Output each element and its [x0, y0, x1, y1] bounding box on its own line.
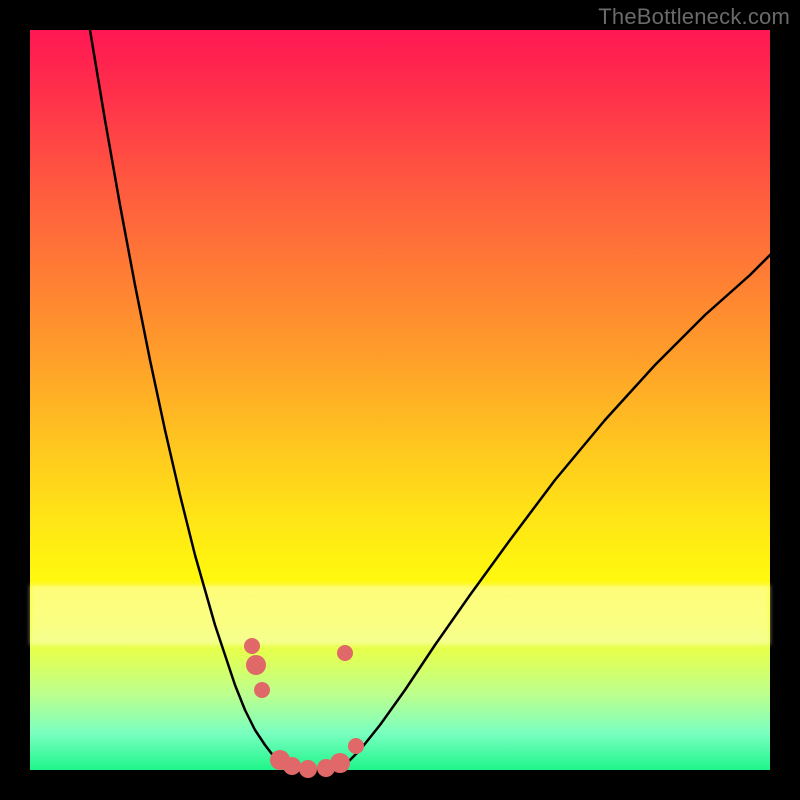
plot-area: [30, 30, 770, 770]
marker-point: [254, 682, 270, 698]
marker-point: [246, 655, 266, 675]
watermark-text: TheBottleneck.com: [598, 4, 790, 30]
marker-group: [244, 638, 364, 778]
curve-path: [90, 30, 770, 770]
chart-frame: TheBottleneck.com: [0, 0, 800, 800]
marker-point: [283, 757, 301, 775]
marker-point: [337, 645, 353, 661]
bottleneck-curve: [90, 30, 770, 770]
marker-point: [299, 760, 317, 778]
marker-point: [244, 638, 260, 654]
marker-point: [330, 753, 350, 773]
curve-layer: [30, 30, 770, 770]
marker-point: [348, 738, 364, 754]
